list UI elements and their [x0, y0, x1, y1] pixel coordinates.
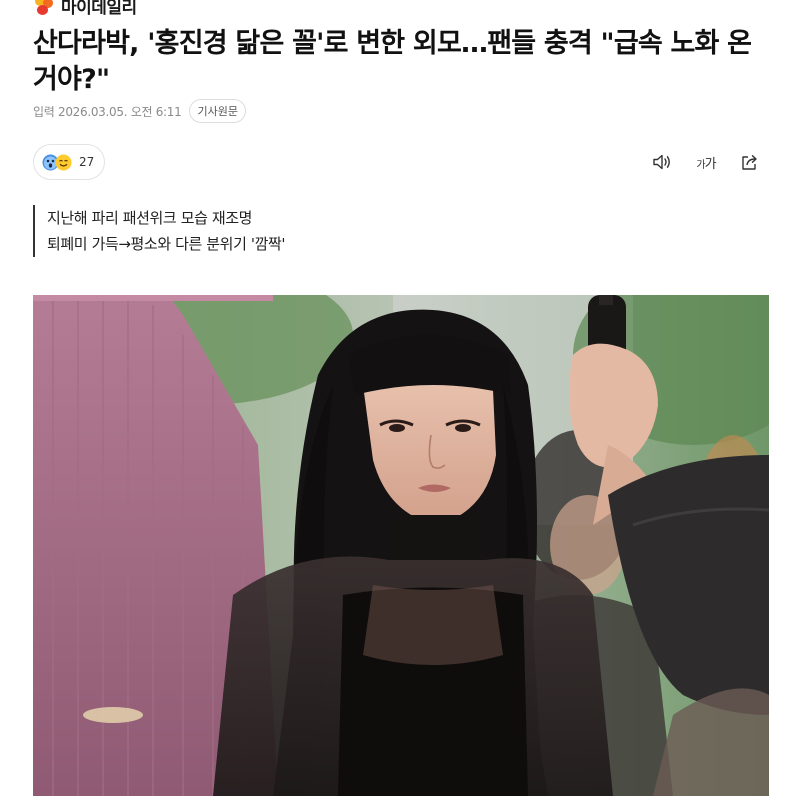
press-logo-link[interactable]: 마이데일리 — [33, 0, 137, 18]
reaction-button[interactable]: 27 — [33, 144, 106, 180]
subtitle-line-1: 지난해 파리 패션위크 모습 재조명 — [47, 209, 253, 227]
font-size-icon: 가가 — [696, 156, 716, 172]
reaction-count: 27 — [79, 155, 95, 169]
smile-emoji-icon — [55, 154, 72, 171]
mydaily-logo-icon — [33, 0, 55, 16]
listen-button[interactable] — [650, 150, 674, 174]
subtitle-line-2: 퇴폐미 가득→평소와 다른 분위기 '깜짝' — [47, 235, 286, 253]
share-icon — [742, 155, 757, 170]
font-size-button[interactable]: 가가 — [694, 150, 718, 174]
article-headline: 산다라박, '홍진경 닮은 꼴'로 변한 외모…팬들 충격 "급속 노화 온 거… — [33, 28, 752, 95]
speaker-icon — [653, 154, 670, 170]
reaction-emojis — [42, 154, 72, 171]
article-photo-illustration — [33, 295, 769, 796]
article-meta: 입력 2026.03.05. 오전 6:11 기사원문 — [33, 98, 246, 124]
share-button[interactable] — [738, 150, 762, 174]
article-page: 마이데일리 산다라박, '홍진경 닮은 꼴'로 변한 외모…팬들 충격 "급속 … — [0, 0, 800, 796]
press-name: 마이데일리 — [61, 0, 137, 18]
article-date: 입력 2026.03.05. 오전 6:11 — [33, 104, 182, 119]
article-photo[interactable] — [33, 295, 769, 796]
article-tools: 가가 — [650, 148, 762, 176]
article-subtitles: 지난해 파리 패션위크 모습 재조명 퇴폐미 가득→평소와 다른 분위기 '깜짝… — [33, 205, 285, 257]
original-article-button[interactable]: 기사원문 — [189, 99, 246, 123]
